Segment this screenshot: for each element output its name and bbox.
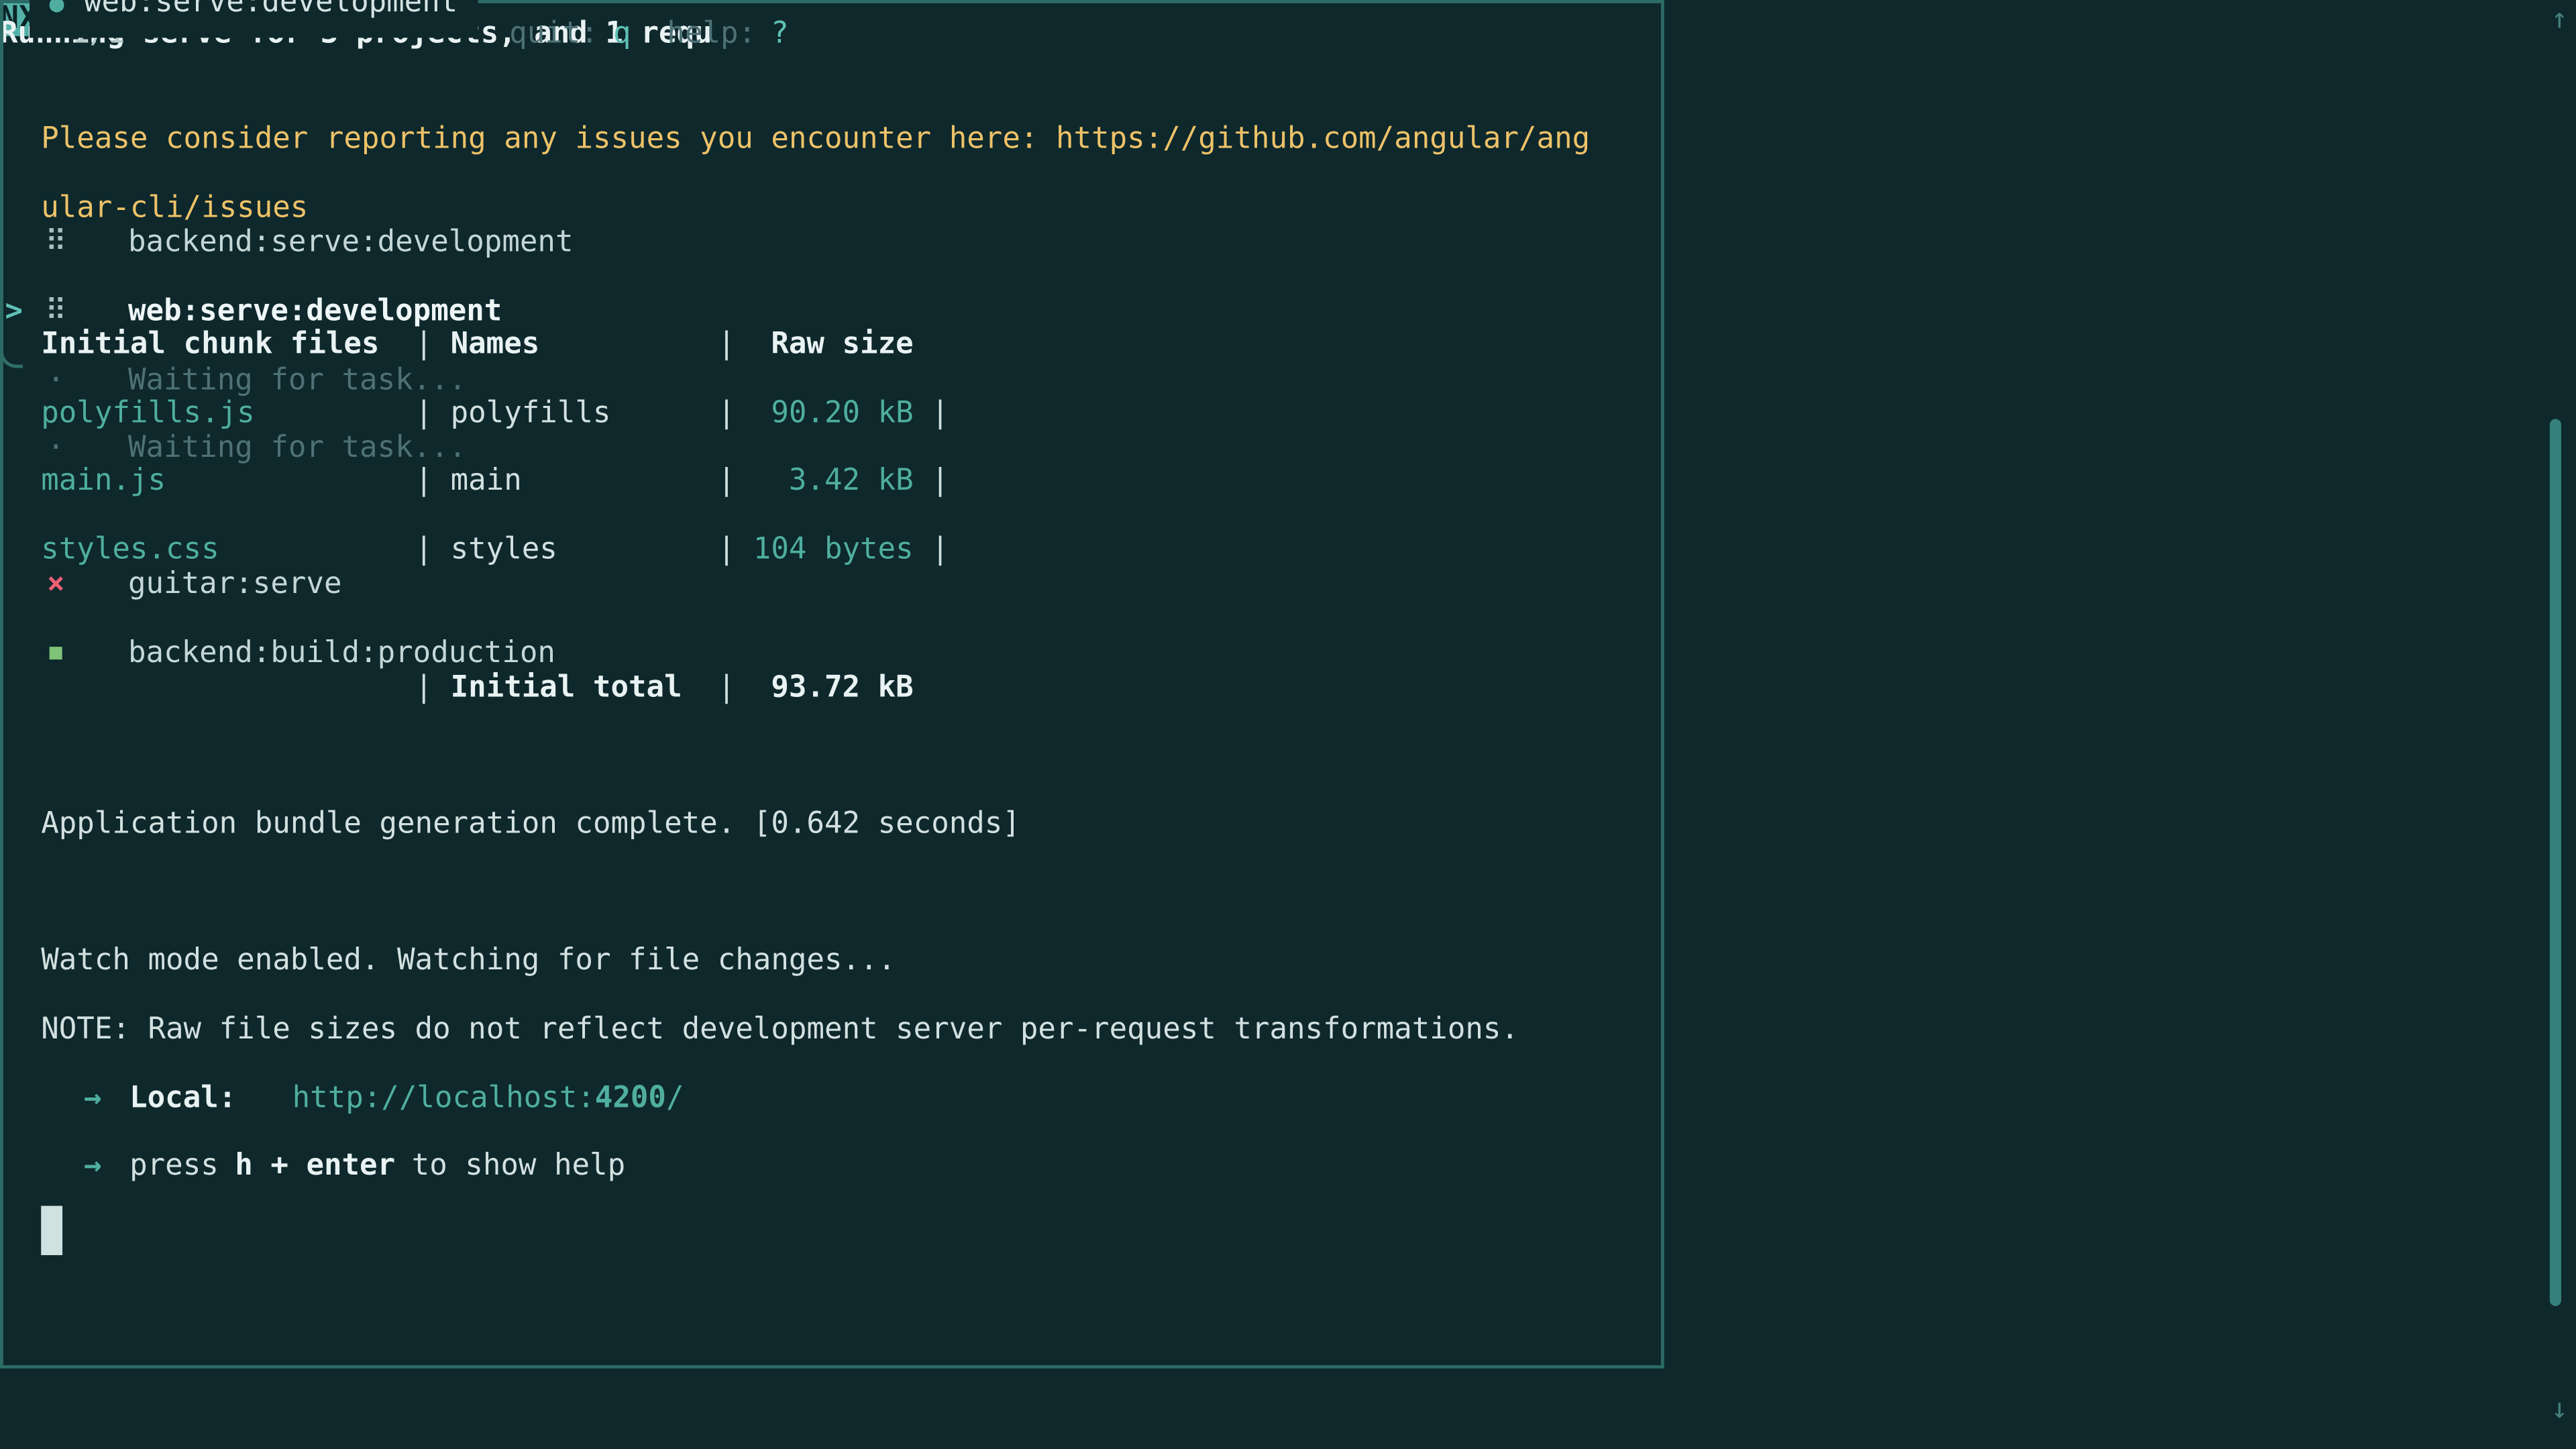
watch-mode-line: Watch mode enabled. Watching for file ch… [41,927,1638,996]
local-url-line: → Local: http://localhost:4200/ [41,1064,1638,1132]
nx-terminal-screen: NX Running serve for 3 projects, and 1 r… [0,0,2576,1449]
terminal-cursor [41,1206,62,1255]
url-prefix: http://localhost: [292,1081,595,1115]
initial-total-row: |Initial total|93.72 kB [41,653,1638,721]
chunk-table-header: Initial chunk files|Names|Raw size [41,311,1638,379]
help-post-text: to show help [412,1149,625,1183]
pipe: | [415,396,433,430]
blank-line [41,859,1638,927]
pipe: | [718,396,736,430]
blank-line [41,584,1638,653]
total-size: 93.72 kB [735,653,931,721]
chunk-table-row: polyfills.js|polyfills|90.20 kB| [41,379,1638,447]
pipe: | [718,533,736,567]
pipe: | [415,327,433,362]
chunk-table-row: styles.css|styles|104 bytes| [41,516,1638,584]
blank-line [41,242,1638,311]
task-output-panel: ● web:serve:development Please consider r… [0,0,1664,1368]
help-hint-line: → press h + enter to show help [41,1132,1638,1201]
panel-title-text: web:serve:development [84,0,458,19]
pipe: | [718,327,736,362]
scroll-down-icon[interactable]: ↓ [2551,1393,2568,1426]
issue-notice-line-2: ular-cli/issues [41,174,1638,242]
header-files: Initial chunk files [41,311,415,379]
chunk-table-row: main.js|main|3.42 kB| [41,447,1638,516]
scroll-up-icon[interactable]: ↑ [2551,3,2568,36]
running-bullet-icon: ● [49,0,64,18]
pipe: | [718,669,736,704]
blank-line [41,722,1638,790]
chunk-name: polyfills [433,379,718,447]
bundle-complete-line: Application bundle generation complete. … [41,790,1638,859]
terminal-output: Please consider reporting any issues you… [41,105,1638,1270]
help-pre-text: press [129,1149,219,1183]
chunk-name: styles [433,516,718,584]
chunk-file: styles.css [41,516,415,584]
note-line: NOTE: Raw file sizes do not reflect deve… [41,996,1638,1064]
total-label: Initial total [433,653,718,721]
panel-title: ● web:serve:development [30,0,478,38]
chunk-size: 90.20 kB [735,379,931,447]
url-port: 4200 [595,1081,666,1115]
header-names: Names [433,311,718,379]
cursor-line [41,1201,1638,1269]
pipe: | [415,464,433,498]
pipe: | [931,396,949,430]
pipe: | [415,669,433,704]
pipe: | [931,464,949,498]
url-suffix: / [666,1081,684,1115]
help-keys-text: h + enter [235,1149,395,1183]
issue-notice-line-1: Please consider reporting any issues you… [41,105,1638,174]
local-label: Local: [129,1081,236,1115]
scrollbar-thumb[interactable] [2550,419,2561,1305]
chunk-file: main.js [41,447,415,516]
pipe: | [415,533,433,567]
chunk-size: 3.42 kB [735,447,931,516]
pipe: | [718,464,736,498]
arrow-icon: → [84,1149,102,1183]
chunk-size: 104 bytes [735,516,931,584]
arrow-icon: → [84,1081,102,1115]
chunk-name: main [433,447,718,516]
localhost-link[interactable]: http://localhost:4200/ [292,1081,684,1115]
chunk-file: polyfills.js [41,379,415,447]
header-size: Raw size [735,311,931,379]
pipe: | [931,533,949,567]
